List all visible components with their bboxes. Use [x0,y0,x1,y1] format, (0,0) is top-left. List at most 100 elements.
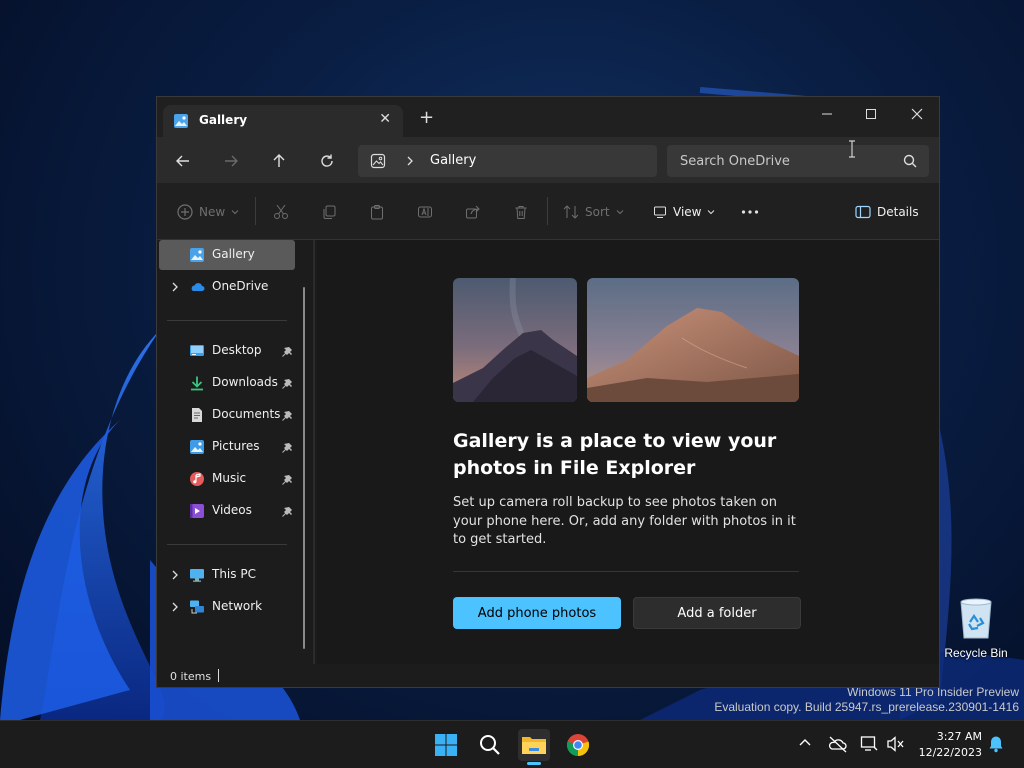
search-icon [480,735,500,755]
pin-icon[interactable] [281,504,295,518]
sort-button[interactable]: Sort [563,200,624,224]
sidebar-item-documents[interactable]: Documents [159,400,295,430]
search-taskbar-button[interactable] [474,729,506,761]
navigation-bar: Gallery [157,137,939,183]
toolbar-divider [547,197,548,225]
search-box[interactable] [667,145,929,177]
folder-icon [522,737,546,754]
file-explorer-taskbar-button[interactable] [518,729,550,765]
windows-watermark: Windows 11 Pro Insider Preview Evaluatio… [714,685,1019,715]
breadcrumb-gallery[interactable]: Gallery [430,153,476,168]
minimize-icon [822,113,832,115]
sidebar-item-label: Network [212,599,263,613]
copy-icon [323,205,336,219]
view-icon [654,206,666,218]
system-clock[interactable]: 3:27 AM 12/22/2023 [916,729,982,761]
close-window-button[interactable] [897,103,937,125]
sidebar-item-this-pc[interactable]: This PC [159,560,295,590]
trash-icon [515,206,527,219]
arrow-right-icon [225,155,238,167]
cut-button[interactable] [273,200,289,224]
clock-date: 12/22/2023 [918,746,982,759]
status-divider [218,669,219,682]
recycle-bin[interactable]: Recycle Bin [940,596,1012,660]
refresh-button[interactable] [315,149,339,173]
pin-icon[interactable] [281,440,295,454]
chevron-up-icon[interactable] [798,735,812,749]
sidebar-item-music[interactable]: Music [159,464,295,494]
new-tab-button[interactable]: + [419,109,434,127]
onedrive-cloud-icon [191,283,205,291]
volume-muted-icon[interactable] [886,735,906,753]
sort-icon [563,205,579,219]
chevron-down-icon [231,210,239,215]
sidebar-item-label: Downloads [212,375,278,389]
arrow-up-icon [273,154,285,167]
text-cursor-icon [849,140,855,158]
view-button[interactable]: View [653,200,715,224]
chrome-icon [566,734,590,757]
search-icon[interactable] [903,154,917,168]
plus-circle-icon [177,204,193,220]
up-button[interactable] [267,149,291,173]
chrome-taskbar-button[interactable] [562,729,594,761]
cloud-offline-icon[interactable] [828,735,848,753]
maximize-button[interactable] [851,103,891,125]
delete-button[interactable] [513,200,529,224]
chevron-right-icon[interactable] [169,569,181,581]
active-indicator [527,762,541,765]
rename-icon [418,206,432,218]
back-button[interactable] [171,149,195,173]
pin-icon[interactable] [281,472,295,486]
details-button-label: Details [877,205,919,219]
network-icon [190,600,204,614]
taskbar: 3:27 AM 12/22/2023 [0,720,1024,768]
more-options-button[interactable] [741,200,759,224]
search-input[interactable] [667,145,897,177]
sidebar-item-videos[interactable]: Videos [159,496,295,526]
document-icon [192,408,202,422]
add-folder-button[interactable]: Add a folder [633,597,801,629]
close-tab-icon[interactable]: ✕ [379,111,391,127]
toolbar-divider [255,197,256,225]
new-button[interactable]: New [177,200,239,224]
rename-button[interactable] [417,200,433,224]
pin-icon[interactable] [281,344,295,358]
forward-button[interactable] [219,149,243,173]
start-button[interactable] [430,729,462,761]
chevron-right-icon [407,156,413,166]
recycle-bin-icon [960,598,992,639]
sidebar-item-pictures[interactable]: Pictures [159,432,295,462]
tab-title: Gallery [199,113,248,127]
minimize-button[interactable] [807,103,847,125]
pin-icon[interactable] [281,376,295,390]
copy-button[interactable] [321,200,337,224]
maximize-icon [866,109,876,119]
sidebar-item-desktop[interactable]: Desktop [159,336,295,366]
clipboard-icon [371,205,383,220]
pin-icon[interactable] [281,408,295,422]
sidebar-item-network[interactable]: Network [159,592,295,622]
chevron-right-icon[interactable] [169,601,181,613]
sidebar-divider [167,320,287,321]
paste-button[interactable] [369,200,385,224]
content-divider [453,571,799,572]
chevron-down-icon [616,210,623,215]
add-phone-photos-button[interactable]: Add phone photos [453,597,621,629]
sidebar-item-label: This PC [212,567,256,581]
sidebar-item-onedrive[interactable]: OneDrive [159,272,295,302]
share-button[interactable] [465,200,481,224]
sidebar-scrollbar[interactable] [303,287,305,649]
title-bar: Gallery ✕ + [157,97,939,137]
address-bar[interactable]: Gallery [358,145,657,177]
details-button[interactable]: Details [855,200,919,224]
mountain-night-photo [453,278,577,402]
sidebar-divider [167,544,287,545]
sidebar-item-gallery[interactable]: Gallery [159,240,295,270]
notification-bell-icon[interactable] [988,735,1004,753]
chevron-right-icon[interactable] [169,281,181,293]
desktop-icon [190,345,204,356]
sidebar-item-downloads[interactable]: Downloads [159,368,295,398]
display-network-icon[interactable] [860,735,878,753]
tab-gallery[interactable]: Gallery ✕ [163,105,403,137]
